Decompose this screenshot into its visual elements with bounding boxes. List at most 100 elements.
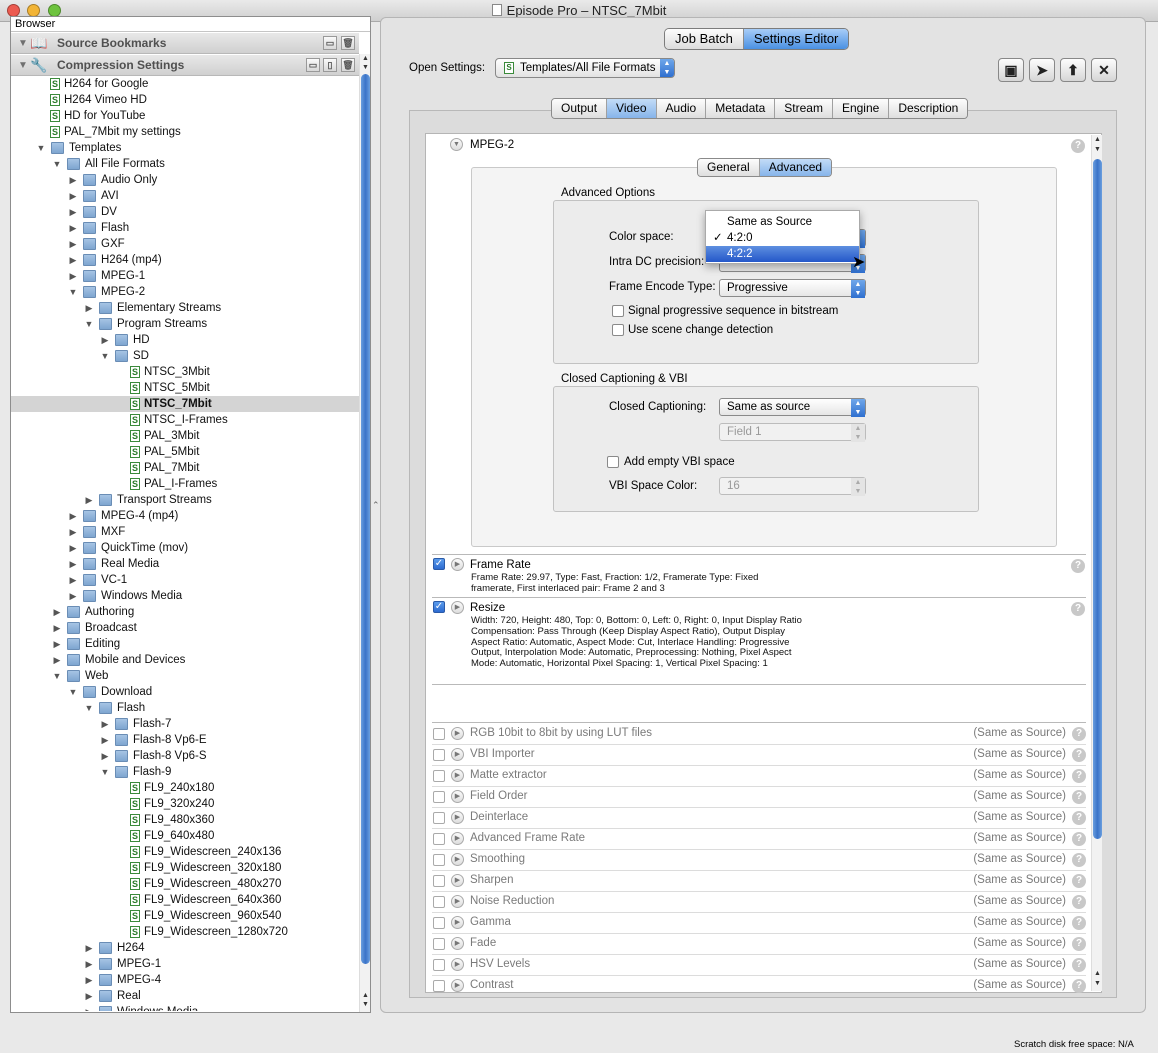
- filter-checkbox[interactable]: [433, 749, 445, 761]
- tree-setting-item[interactable]: S FL9_Widescreen_240x136: [11, 844, 359, 860]
- filter-checkbox[interactable]: [433, 917, 445, 929]
- tree-folder[interactable]: ▶ Windows Media: [11, 588, 359, 604]
- tree-setting-item[interactable]: S PAL_3Mbit: [11, 428, 359, 444]
- disclosure-right-icon[interactable]: ▶: [68, 572, 78, 588]
- tree-folder[interactable]: ▶ MPEG-4: [11, 972, 359, 988]
- tree-setting-item[interactable]: S FL9_320x240: [11, 796, 359, 812]
- tree-setting-item[interactable]: S FL9_Widescreen_1280x720: [11, 924, 359, 940]
- frame-rate-checkbox[interactable]: ✓: [433, 558, 445, 570]
- tree-setting-item[interactable]: S FL9_Widescreen_480x270: [11, 876, 359, 892]
- filter-checkbox[interactable]: [433, 875, 445, 887]
- expand-disclosure-icon[interactable]: ▶: [451, 874, 464, 887]
- expand-disclosure-icon[interactable]: ▶: [451, 811, 464, 824]
- tree-folder[interactable]: ▼ MPEG-2: [11, 284, 359, 300]
- scroll-up-arrow-icon[interactable]: ▲: [1092, 135, 1103, 145]
- save-icon[interactable]: ▣: [998, 58, 1024, 82]
- tab-output[interactable]: Output: [552, 99, 608, 118]
- tree-setting-item[interactable]: S FL9_480x360: [11, 812, 359, 828]
- disclosure-right-icon[interactable]: ▶: [52, 652, 62, 668]
- tree-folder[interactable]: ▶ Broadcast: [11, 620, 359, 636]
- tree-folder[interactable]: ▼ Flash-9: [11, 764, 359, 780]
- help-icon[interactable]: ?: [1071, 139, 1085, 153]
- tree-folder[interactable]: ▶ Real: [11, 988, 359, 1004]
- trash-icon[interactable]: 🗑: [341, 58, 355, 72]
- disclosure-right-icon[interactable]: ▶: [100, 748, 110, 764]
- expand-disclosure-icon[interactable]: ▶: [451, 832, 464, 845]
- help-icon[interactable]: ?: [1072, 916, 1086, 930]
- disclosure-right-icon[interactable]: ▶: [84, 940, 94, 956]
- disclosure-right-icon[interactable]: ▶: [52, 604, 62, 620]
- disclosure-down-icon[interactable]: ▼: [36, 140, 46, 156]
- tree-folder[interactable]: ▶ Transport Streams: [11, 492, 359, 508]
- filter-checkbox[interactable]: [433, 938, 445, 950]
- help-icon[interactable]: ?: [1072, 937, 1086, 951]
- content-scrollbar[interactable]: ▲ ▼ ▲ ▼: [1091, 135, 1102, 991]
- tab-engine[interactable]: Engine: [832, 99, 890, 118]
- scene-change-checkbox[interactable]: [612, 324, 624, 336]
- disclosure-right-icon[interactable]: ▶: [68, 268, 78, 284]
- closed-captioning-popup[interactable]: Same as source ▲ ▼: [719, 398, 866, 417]
- help-icon[interactable]: ?: [1072, 958, 1086, 972]
- filter-checkbox[interactable]: [433, 812, 445, 824]
- tree-folder[interactable]: ▼ SD: [11, 348, 359, 364]
- disclosure-right-icon[interactable]: ▶: [68, 236, 78, 252]
- tab-advanced[interactable]: Advanced: [759, 159, 832, 176]
- tree-folder[interactable]: ▼ Flash: [11, 700, 359, 716]
- disclosure-right-icon[interactable]: ▶: [68, 524, 78, 540]
- expand-disclosure-icon[interactable]: ▶: [451, 748, 464, 761]
- tree-folder[interactable]: ▶ Flash-8 Vp6-E: [11, 732, 359, 748]
- tree-setting-item[interactable]: S HD for YouTube: [11, 108, 359, 124]
- tree-folder[interactable]: ▶ VC-1: [11, 572, 359, 588]
- tree-folder[interactable]: ▶ MXF: [11, 524, 359, 540]
- tree-folder[interactable]: ▶ HD: [11, 332, 359, 348]
- tree-folder[interactable]: ▶ AVI: [11, 188, 359, 204]
- menu-item-422[interactable]: 4:2:2: [706, 246, 859, 262]
- resize-checkbox[interactable]: ✓: [433, 601, 445, 613]
- tree-setting-item[interactable]: S FL9_640x480: [11, 828, 359, 844]
- new-folder-icon[interactable]: ▭: [323, 36, 337, 50]
- disclosure-down-icon[interactable]: ▼: [84, 316, 94, 332]
- tab-audio[interactable]: Audio: [656, 99, 707, 118]
- filter-checkbox[interactable]: [433, 854, 445, 866]
- disclosure-right-icon[interactable]: ▶: [68, 188, 78, 204]
- tree-folder[interactable]: ▶ QuickTime (mov): [11, 540, 359, 556]
- scroll-up-arrow-icon[interactable]: ▲: [1092, 969, 1103, 979]
- tab-stream[interactable]: Stream: [775, 99, 833, 118]
- tree-setting-item[interactable]: S NTSC_7Mbit: [11, 396, 359, 412]
- tree-folder[interactable]: ▼ Program Streams: [11, 316, 359, 332]
- new-folder-icon[interactable]: ▭: [306, 58, 320, 72]
- disclosure-right-icon[interactable]: ▶: [84, 956, 94, 972]
- filter-checkbox[interactable]: [433, 896, 445, 908]
- tab-job-batch[interactable]: Job Batch: [665, 29, 744, 49]
- browser-scrollbar[interactable]: ▲ ▼ ▲ ▼: [359, 54, 370, 1012]
- disclosure-right-icon[interactable]: ▶: [100, 332, 110, 348]
- help-icon[interactable]: ?: [1072, 790, 1086, 804]
- disclosure-right-icon[interactable]: ▶: [52, 620, 62, 636]
- tree-folder[interactable]: ▶ H264 (mp4): [11, 252, 359, 268]
- disclosure-right-icon[interactable]: ▶: [84, 1004, 94, 1011]
- disclosure-down-icon[interactable]: ▼: [52, 668, 62, 684]
- disclosure-right-icon[interactable]: ▶: [84, 492, 94, 508]
- filter-checkbox[interactable]: [433, 770, 445, 782]
- tab-metadata[interactable]: Metadata: [706, 99, 776, 118]
- disclosure-right-icon[interactable]: ▶: [68, 588, 78, 604]
- scroll-down-arrow-icon[interactable]: ▼: [1092, 145, 1103, 155]
- help-icon[interactable]: ?: [1072, 769, 1086, 783]
- tree-folder[interactable]: ▶ GXF: [11, 236, 359, 252]
- disclosure-down-icon[interactable]: ▼: [100, 764, 110, 780]
- tree-setting-item[interactable]: S PAL_7Mbit my settings: [11, 124, 359, 140]
- tree-folder[interactable]: ▶ Flash: [11, 220, 359, 236]
- new-setting-icon[interactable]: ▯: [323, 58, 337, 72]
- compression-settings-section[interactable]: ▼ 🔧 Compression Settings ▭ ▯ 🗑: [11, 55, 359, 76]
- disclosure-right-icon[interactable]: ▶: [84, 988, 94, 1004]
- add-vbi-checkbox[interactable]: [607, 456, 619, 468]
- disclosure-right-icon[interactable]: ▶: [84, 972, 94, 988]
- tree-setting-item[interactable]: S H264 for Google: [11, 76, 359, 92]
- tree-folder[interactable]: ▶ H264: [11, 940, 359, 956]
- open-settings-popup[interactable]: S Templates/All File Formats ▲ ▼: [495, 58, 675, 78]
- scroll-thumb[interactable]: [361, 74, 370, 964]
- disclosure-right-icon[interactable]: ▶: [68, 220, 78, 236]
- tree-folder[interactable]: ▼ Templates: [11, 140, 359, 156]
- tree-setting-item[interactable]: S FL9_Widescreen_960x540: [11, 908, 359, 924]
- help-icon[interactable]: ?: [1071, 559, 1085, 573]
